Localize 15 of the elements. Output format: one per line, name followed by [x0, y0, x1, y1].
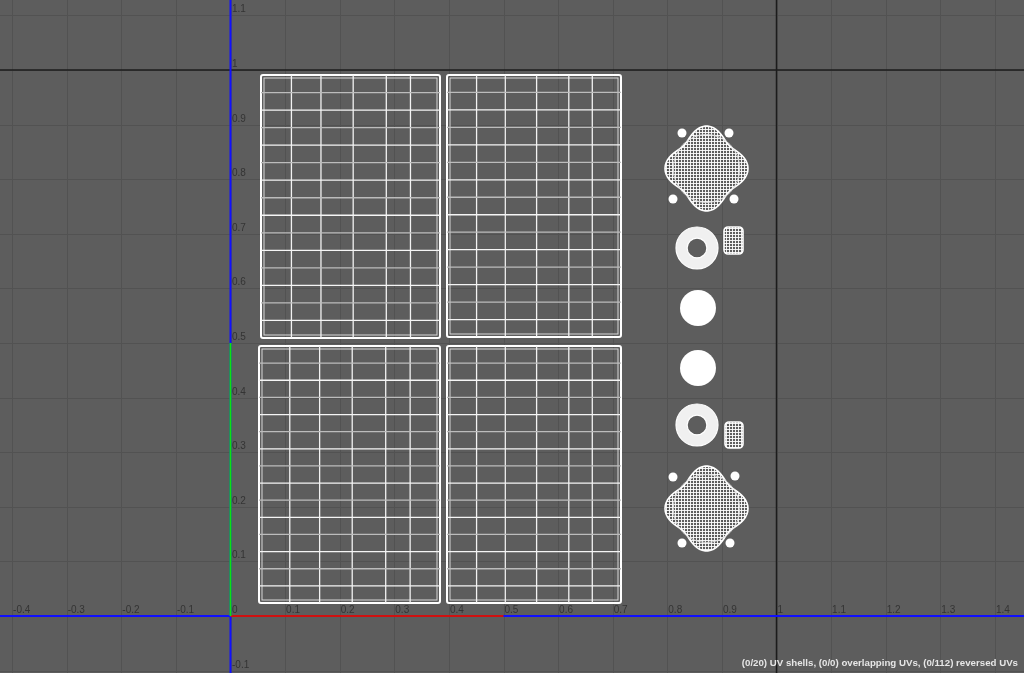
uv-ring-shell	[675, 226, 719, 270]
uv-dot-shell	[677, 128, 687, 138]
uv-cylinder-shell	[724, 421, 744, 449]
uv-disc-shell	[680, 290, 716, 326]
uv-disc-shell	[680, 350, 716, 386]
status-text: (0/20) UV shells, (0/0) overlapping UVs, (0/112) reversed UVs	[741, 657, 1018, 669]
uv-dot-shell	[677, 538, 687, 548]
uv-dot-shell	[729, 194, 739, 204]
uv-dot-shell	[725, 538, 735, 548]
uv-dot-shell	[668, 194, 678, 204]
uv-dot-shell	[724, 128, 734, 138]
uv-ring-shell	[675, 403, 719, 447]
uv-dot-shell	[730, 471, 740, 481]
uv-cylinder-shell	[723, 226, 744, 255]
uv-dot-shell	[668, 472, 678, 482]
